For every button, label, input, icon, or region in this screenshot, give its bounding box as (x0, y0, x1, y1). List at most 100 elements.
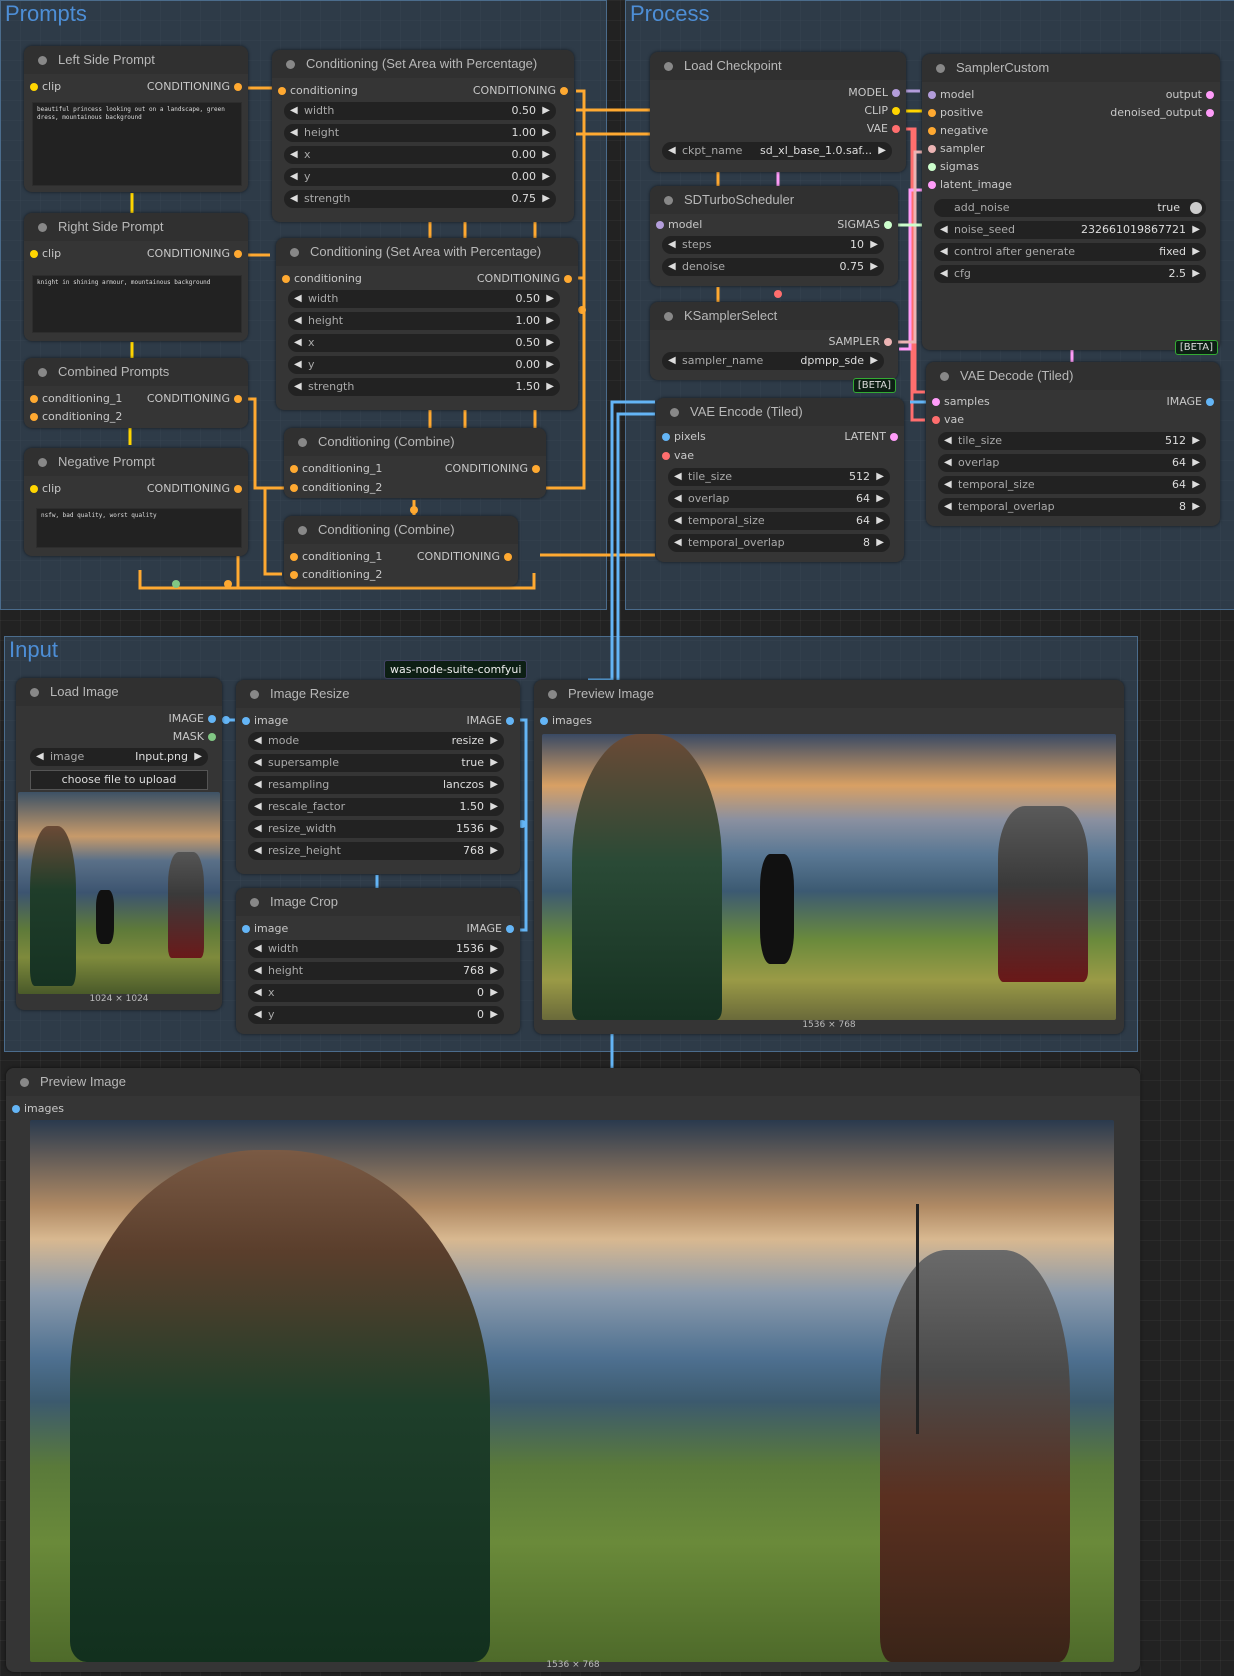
node-conditioning-set-area-1[interactable]: Conditioning (Set Area with Percentage) … (272, 50, 574, 222)
collapse-dot-icon[interactable] (250, 690, 259, 699)
node-title[interactable]: Load Checkpoint (650, 52, 906, 80)
input-slot-sampler[interactable]: sampler (924, 140, 985, 158)
node-image-crop[interactable]: Image Crop image IMAGE ◀ width 1536 ▶ ◀ heig… (236, 888, 520, 1034)
input-slot-conditioning[interactable]: conditioning (278, 270, 362, 288)
arrow-right-icon[interactable]: ▶ (876, 534, 884, 552)
node-title[interactable]: Conditioning (Combine) (284, 516, 518, 544)
graph-canvas[interactable]: Prompts Process Input Left Side Prompt c… (0, 0, 1234, 1676)
arrow-right-icon[interactable]: ▶ (490, 984, 498, 1002)
output-slot-conditioning[interactable]: CONDITIONING (147, 480, 246, 498)
widget-width[interactable]: ◀ width 1536 ▶ (248, 940, 504, 958)
arrow-left-icon[interactable]: ◀ (294, 356, 302, 374)
node-title[interactable]: Image Resize (236, 680, 520, 708)
input-slot-pixels[interactable]: pixels (658, 428, 706, 446)
collapse-dot-icon[interactable] (664, 196, 673, 205)
widget-y[interactable]: ◀ y 0.00 ▶ (288, 356, 560, 374)
toggle-add-noise[interactable]: add_noise true (934, 199, 1206, 217)
node-title[interactable]: Conditioning (Combine) (284, 428, 546, 456)
output-slot-image[interactable]: IMAGE (1166, 393, 1218, 411)
input-slot-conditioning-1[interactable]: conditioning_1 (286, 460, 382, 478)
widget-resize-width[interactable]: ◀ resize_width 1536 ▶ (248, 820, 504, 838)
node-title[interactable]: Left Side Prompt (24, 46, 248, 74)
arrow-left-icon[interactable]: ◀ (290, 146, 298, 164)
widget-temporal-overlap[interactable]: ◀ temporal_overlap 8 ▶ (668, 534, 890, 552)
output-slot-mask[interactable]: MASK (173, 728, 220, 746)
collapse-dot-icon[interactable] (664, 312, 673, 321)
widget-height[interactable]: ◀ height 1.00 ▶ (288, 312, 560, 330)
input-slot-conditioning-2[interactable]: conditioning_2 (286, 566, 382, 584)
arrow-right-icon[interactable]: ▶ (490, 962, 498, 980)
widget-y[interactable]: ◀ y 0.00 ▶ (284, 168, 556, 186)
widget-x[interactable]: ◀ x 0.00 ▶ (284, 146, 556, 164)
node-title[interactable]: Combined Prompts (24, 358, 248, 386)
collapse-dot-icon[interactable] (38, 458, 47, 467)
arrow-left-icon[interactable]: ◀ (294, 312, 302, 330)
collapse-dot-icon[interactable] (548, 690, 557, 699)
prompt-textarea[interactable]: knight in shining armour, mountainous ba… (32, 275, 242, 333)
node-preview-image-2[interactable]: Preview Image images 1536 × 768 (6, 1068, 1140, 1672)
node-title[interactable]: Negative Prompt (24, 448, 248, 476)
arrow-left-icon[interactable]: ◀ (254, 820, 262, 838)
prompt-textarea[interactable]: nsfw, bad quality, worst quality (36, 508, 242, 548)
widget-noise-seed[interactable]: ◀ noise_seed 232661019867721 ▶ (934, 221, 1206, 239)
arrow-left-icon[interactable]: ◀ (668, 236, 676, 254)
arrow-left-icon[interactable]: ◀ (940, 221, 948, 239)
widget-mode[interactable]: ◀ mode resize ▶ (248, 732, 504, 750)
node-preview-image-1[interactable]: Preview Image images 1536 × 768 (534, 680, 1124, 1034)
arrow-left-icon[interactable]: ◀ (674, 468, 682, 486)
arrow-right-icon[interactable]: ▶ (870, 258, 878, 276)
arrow-left-icon[interactable]: ◀ (940, 265, 948, 283)
collapse-dot-icon[interactable] (670, 408, 679, 417)
collapse-dot-icon[interactable] (290, 248, 299, 257)
collapse-dot-icon[interactable] (664, 62, 673, 71)
node-sampler-custom[interactable]: SamplerCustom model positive negative sa… (922, 54, 1220, 355)
input-slot-conditioning-2[interactable]: conditioning_2 (286, 479, 382, 497)
node-title[interactable]: SamplerCustom (922, 54, 1220, 82)
widget-temporal-size[interactable]: ◀ temporal_size 64 ▶ (668, 512, 890, 530)
arrow-right-icon[interactable]: ▶ (1192, 498, 1200, 516)
widget-strength[interactable]: ◀ strength 0.75 ▶ (284, 190, 556, 208)
node-title[interactable]: VAE Decode (Tiled) (926, 362, 1220, 390)
arrow-right-icon[interactable]: ▶ (1192, 476, 1200, 494)
node-title[interactable]: KSamplerSelect (650, 302, 898, 330)
arrow-left-icon[interactable]: ◀ (254, 940, 262, 958)
widget-height[interactable]: ◀ height 1.00 ▶ (284, 124, 556, 142)
widget-temporal-size[interactable]: ◀ temporal_size 64 ▶ (938, 476, 1206, 494)
arrow-left-icon[interactable]: ◀ (944, 454, 952, 472)
arrow-left-icon[interactable]: ◀ (254, 1006, 262, 1024)
node-title[interactable]: Image Crop (236, 888, 520, 916)
arrow-right-icon[interactable]: ▶ (542, 102, 550, 120)
widget-x[interactable]: ◀ x 0 ▶ (248, 984, 504, 1002)
arrow-left-icon[interactable]: ◀ (294, 334, 302, 352)
widget-resize-height[interactable]: ◀ resize_height 768 ▶ (248, 842, 504, 860)
input-slot-images[interactable]: images (8, 1100, 64, 1118)
input-slot-conditioning[interactable]: conditioning (274, 82, 358, 100)
widget-width[interactable]: ◀ width 0.50 ▶ (284, 102, 556, 120)
arrow-left-icon[interactable]: ◀ (254, 776, 262, 794)
widget-ckpt-name[interactable]: ◀ ckpt_name sd_xl_base_1.0.saf... ▶ (662, 142, 892, 160)
output-slot-conditioning[interactable]: CONDITIONING (417, 548, 516, 566)
arrow-left-icon[interactable]: ◀ (674, 490, 682, 508)
output-slot-conditioning[interactable]: CONDITIONING (147, 78, 246, 96)
arrow-right-icon[interactable]: ▶ (546, 378, 554, 396)
arrow-right-icon[interactable]: ▶ (490, 754, 498, 772)
arrow-left-icon[interactable]: ◀ (668, 258, 676, 276)
output-slot-image[interactable]: IMAGE (466, 712, 518, 730)
widget-temporal-overlap[interactable]: ◀ temporal_overlap 8 ▶ (938, 498, 1206, 516)
collapse-dot-icon[interactable] (38, 368, 47, 377)
arrow-right-icon[interactable]: ▶ (546, 290, 554, 308)
arrow-left-icon[interactable]: ◀ (254, 962, 262, 980)
node-image-resize[interactable]: Image Resize image IMAGE ◀ mode resize ▶ ◀ s… (236, 680, 520, 874)
widget-image[interactable]: ◀ image Input.png ▶ (30, 748, 208, 766)
node-conditioning-set-area-2[interactable]: Conditioning (Set Area with Percentage) … (276, 238, 578, 410)
input-slot-vae[interactable]: vae (658, 447, 694, 465)
arrow-left-icon[interactable]: ◀ (668, 352, 676, 370)
output-slot-conditioning[interactable]: CONDITIONING (477, 270, 576, 288)
arrow-left-icon[interactable]: ◀ (290, 168, 298, 186)
widget-control-after-generate[interactable]: ◀ control after generate fixed ▶ (934, 243, 1206, 261)
widget-tile-size[interactable]: ◀ tile_size 512 ▶ (938, 432, 1206, 450)
arrow-left-icon[interactable]: ◀ (290, 124, 298, 142)
arrow-left-icon[interactable]: ◀ (944, 476, 952, 494)
widget-width[interactable]: ◀ width 0.50 ▶ (288, 290, 560, 308)
arrow-right-icon[interactable]: ▶ (546, 356, 554, 374)
